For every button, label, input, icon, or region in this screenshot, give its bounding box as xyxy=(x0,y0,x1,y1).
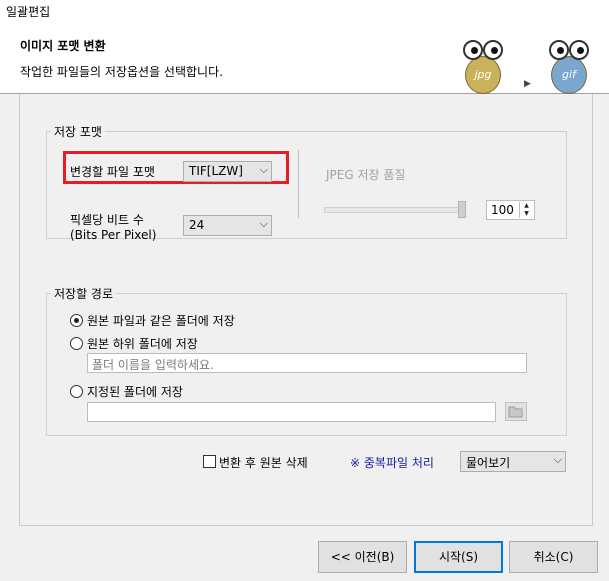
jpg-format-label: jpg xyxy=(474,68,492,81)
radio-same-folder-label: 원본 파일과 같은 폴더에 저장 xyxy=(87,314,235,328)
bpp-select[interactable]: 24 ⌵ xyxy=(183,215,272,236)
window-title: 일괄편집 xyxy=(6,5,51,19)
jpeg-quality-spinner[interactable]: 100 ▲ ▼ xyxy=(486,200,535,220)
radio-specified-folder-label: 지정된 폴더에 저장 xyxy=(87,385,183,399)
duplicate-handling-select[interactable]: 물어보기 ⌵ xyxy=(460,451,566,472)
cancel-button[interactable]: 취소(C) xyxy=(509,541,598,573)
title-bar: 일괄편집 xyxy=(0,0,609,23)
spin-up-icon[interactable]: ▲ xyxy=(520,202,533,210)
radio-same-folder[interactable]: 원본 파일과 같은 폴더에 저장 xyxy=(70,312,235,329)
start-button[interactable]: 시작(S) xyxy=(414,541,503,573)
chevron-down-icon: ⌵ xyxy=(259,163,268,176)
save-format-group-title: 저장 포맷 xyxy=(51,123,105,140)
radio-sub-folder-label: 원본 하위 폴더에 저장 xyxy=(87,337,198,351)
jpg-mascot-icon: jpg xyxy=(459,36,507,98)
duplicate-handling-value: 물어보기 xyxy=(466,456,511,470)
jpeg-quality-label: JPEG 저장 품질 xyxy=(326,168,406,182)
radio-button-icon[interactable] xyxy=(70,337,83,350)
specified-folder-input[interactable] xyxy=(87,402,496,422)
vertical-divider xyxy=(298,150,299,218)
bpp-label-line2: (Bits Per Pixel) xyxy=(70,228,157,242)
jpeg-quality-value: 100 xyxy=(491,203,514,217)
file-format-label: 변경할 파일 포맷 xyxy=(70,165,155,179)
bpp-value: 24 xyxy=(189,218,205,232)
radio-specified-folder[interactable]: 지정된 폴더에 저장 xyxy=(70,383,183,400)
radio-button-icon[interactable] xyxy=(70,385,83,398)
gif-mascot-icon: gif xyxy=(545,36,593,98)
sub-folder-input[interactable]: 폴더 이름을 입력하세요. xyxy=(87,353,527,373)
prev-button[interactable]: << 이전(B) xyxy=(318,541,407,573)
file-format-select[interactable]: TIF[LZW] ⌵ xyxy=(183,161,272,182)
header-title: 이미지 포맷 변환 xyxy=(20,39,106,53)
chevron-down-icon: ⌵ xyxy=(553,453,562,466)
browse-folder-button[interactable] xyxy=(505,402,527,421)
header-panel: 이미지 포맷 변환 작업한 파일들의 저장옵션을 선택합니다. jpg ▶ gi… xyxy=(0,23,609,94)
chevron-down-icon: ⌵ xyxy=(259,217,268,230)
triangle-right-icon: ▶ xyxy=(524,79,531,89)
save-path-group-title: 저장할 경로 xyxy=(51,285,117,302)
radio-button-icon[interactable] xyxy=(70,314,83,327)
file-format-value: TIF[LZW] xyxy=(189,164,243,178)
jpeg-quality-slider-thumb[interactable] xyxy=(458,201,466,218)
delete-original-checkbox[interactable] xyxy=(203,455,216,468)
spin-down-icon[interactable]: ▼ xyxy=(520,210,533,218)
radio-sub-folder[interactable]: 원본 하위 폴더에 저장 xyxy=(70,335,198,352)
bpp-label-line1: 픽셀당 비트 수 xyxy=(70,213,144,227)
folder-open-icon xyxy=(508,406,523,418)
jpeg-quality-slider[interactable] xyxy=(324,207,466,213)
delete-original-label: 변환 후 원본 삭제 xyxy=(219,456,308,470)
gif-format-label: gif xyxy=(562,68,576,81)
header-subtitle: 작업한 파일들의 저장옵션을 선택합니다. xyxy=(20,65,223,79)
duplicate-file-handling-link[interactable]: ※ 중복파일 처리 xyxy=(350,454,434,471)
